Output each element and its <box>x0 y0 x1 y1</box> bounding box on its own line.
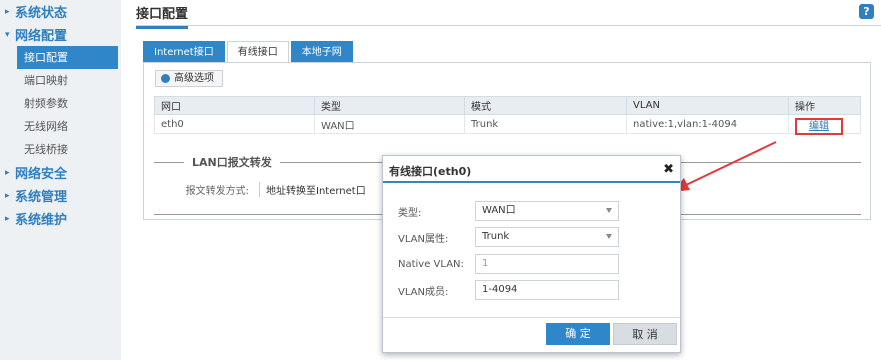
nav-group-label: 网络安全 <box>15 167 68 182</box>
dialog-footer: 确 定 取 消 <box>383 317 680 352</box>
chevron-right-icon: ▸ <box>5 213 10 224</box>
nav-group-label: 系统管理 <box>15 190 68 205</box>
lan-section-title-text: LAN口报文转发 <box>192 156 272 169</box>
cancel-button[interactable]: 取 消 <box>613 323 677 345</box>
cell-port: eth0 <box>154 114 315 134</box>
chevron-down-icon: ▾ <box>5 29 10 40</box>
tab-internet-interface[interactable]: Internet接口 <box>143 41 225 63</box>
type-label: 类型: <box>398 207 422 219</box>
column-header-action: 操作 <box>788 96 861 115</box>
gear-icon <box>161 74 170 83</box>
native-vlan-label: Native VLAN: <box>398 258 464 270</box>
column-header-type: 类型 <box>314 96 465 115</box>
table-header-row: 网口 类型 模式 VLAN 操作 <box>154 96 861 115</box>
cell-action: 编辑 <box>788 114 861 135</box>
tab-bar: Internet接口 有线接口 本地子网 <box>143 41 353 63</box>
lan-forwarding-label: 报文转发方式: <box>185 186 249 197</box>
nav-group-system-maintenance[interactable]: ▸ 系统维护 <box>0 207 121 230</box>
form-row-vlan-members: VLAN成员: 1-4094 <box>398 280 668 300</box>
vlan-members-label: VLAN成员: <box>398 286 449 298</box>
nav-group-label: 系统状态 <box>15 6 68 21</box>
chevron-right-icon: ▸ <box>5 167 10 178</box>
edit-interface-dialog: 有线接口(eth0) ✖ 类型: WAN口 VLAN属性: Trunk Nati… <box>382 155 681 353</box>
table-row: eth0 WAN口 Trunk native:1,vlan:1-4094 编辑 <box>154 114 861 135</box>
advanced-options-label: 高级选项 <box>174 73 214 84</box>
chevron-down-icon <box>606 234 612 239</box>
sidebar: ▸ 系统状态 ▾ 网络配置 接口配置 端口映射 射频参数 无线网络 无线桥接 ▸… <box>0 0 121 360</box>
tab-local-subnet[interactable]: 本地子网 <box>290 41 353 63</box>
type-select[interactable]: WAN口 <box>475 201 619 221</box>
sidebar-item-rf-params[interactable]: 射频参数 <box>0 92 121 115</box>
chevron-right-icon: ▸ <box>5 190 10 201</box>
divider <box>154 161 184 163</box>
cell-vlan: native:1,vlan:1-4094 <box>626 114 789 134</box>
page-title: 接口配置 <box>136 3 189 29</box>
sidebar-item-wireless-network[interactable]: 无线网络 <box>0 115 121 138</box>
dialog-title: 有线接口(eth0) <box>389 165 472 178</box>
page-header: 接口配置 ? <box>136 0 881 29</box>
vlan-attr-label: VLAN属性: <box>398 233 449 245</box>
chevron-down-icon <box>606 208 612 213</box>
vlan-attr-select[interactable]: Trunk <box>475 227 619 247</box>
ok-button[interactable]: 确 定 <box>546 323 610 345</box>
sidebar-item-interface-config[interactable]: 接口配置 <box>17 46 118 69</box>
form-row-type: 类型: WAN口 <box>398 201 668 221</box>
form-row-vlan-attr: VLAN属性: Trunk <box>398 227 668 247</box>
help-icon[interactable]: ? <box>859 4 874 19</box>
vlan-members-input[interactable]: 1-4094 <box>475 280 619 300</box>
tab-wired-interface[interactable]: 有线接口 <box>226 41 289 63</box>
vlan-attr-select-value: Trunk <box>482 231 510 242</box>
nav-group-network-config[interactable]: ▾ 网络配置 <box>0 23 121 46</box>
nav-group-system-management[interactable]: ▸ 系统管理 <box>0 184 121 207</box>
column-header-mode: 模式 <box>464 96 627 115</box>
cell-mode: Trunk <box>464 114 627 134</box>
nav-group-label: 系统维护 <box>15 213 68 228</box>
sidebar-item-wireless-bridge[interactable]: 无线桥接 <box>0 138 121 161</box>
edit-link[interactable]: 编辑 <box>795 117 843 135</box>
nav-group-system-status[interactable]: ▸ 系统状态 <box>0 0 121 23</box>
close-icon[interactable]: ✖ <box>663 162 674 177</box>
advanced-options-button[interactable]: 高级选项 <box>155 70 223 87</box>
form-row-native-vlan: Native VLAN: 1 <box>398 254 668 274</box>
sidebar-item-port-mapping[interactable]: 端口映射 <box>0 69 121 92</box>
interface-table: 网口 类型 模式 VLAN 操作 eth0 WAN口 Trunk native:… <box>154 96 861 135</box>
column-header-vlan: VLAN <box>626 96 789 115</box>
column-header-port: 网口 <box>154 96 315 115</box>
dialog-header: 有线接口(eth0) ✖ <box>383 156 680 183</box>
type-select-value: WAN口 <box>482 205 516 216</box>
cell-type: WAN口 <box>314 114 465 134</box>
nav-group-label: 网络配置 <box>15 29 68 44</box>
native-vlan-input[interactable]: 1 <box>475 254 619 274</box>
nav-group-network-security[interactable]: ▸ 网络安全 <box>0 161 121 184</box>
chevron-right-icon: ▸ <box>5 6 10 17</box>
lan-forwarding-value: 地址转换至Internet口 <box>259 182 366 197</box>
